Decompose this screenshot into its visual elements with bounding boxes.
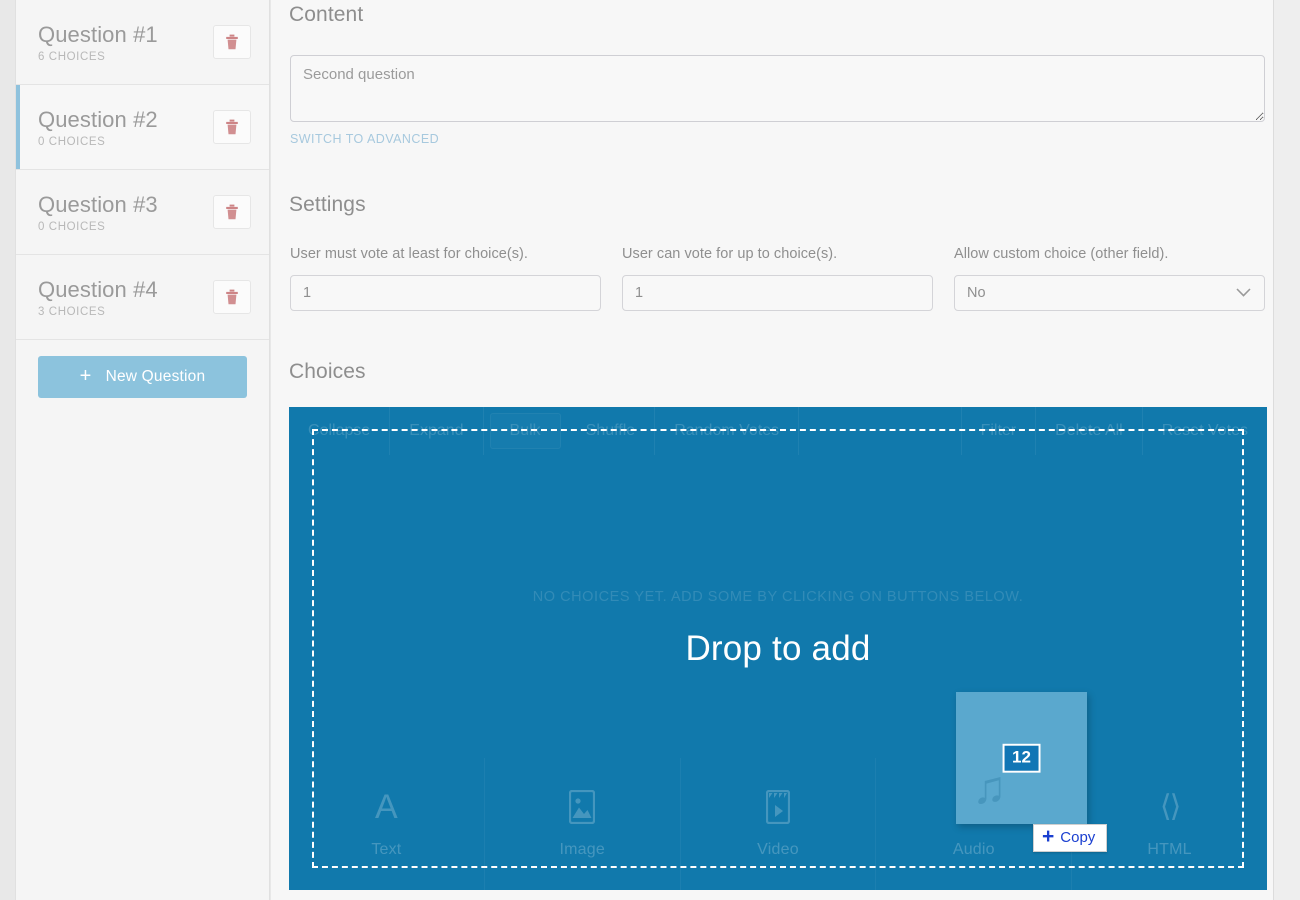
allow-custom-choice-select-wrap: NoYes — [954, 275, 1265, 311]
plus-icon: + — [79, 365, 92, 387]
question-2-choice-count: 0 CHOICES — [38, 136, 106, 149]
min-votes-input[interactable] — [290, 275, 601, 311]
media-type-button-row: A Text Image Video Audio ⟨⟩ HTML — [289, 758, 1267, 890]
add-video-choice-button[interactable]: Video — [681, 758, 877, 890]
choices-heading: Choices — [289, 360, 366, 383]
settings-heading: Settings — [289, 193, 366, 216]
code-icon: ⟨⟩ — [1159, 790, 1181, 823]
left-gutter — [0, 0, 15, 900]
allow-custom-choice-select[interactable]: NoYes — [954, 275, 1265, 311]
switch-to-advanced-link[interactable]: SWITCH TO ADVANCED — [290, 132, 439, 146]
add-image-choice-label: Image — [559, 841, 605, 858]
drag-copy-badge: + Copy — [1033, 824, 1108, 852]
choices-dropzone-panel[interactable]: Collapse Expand Bulk Shuffle Random Vote… — [289, 407, 1267, 890]
delete-question-4-button[interactable] — [213, 280, 251, 314]
max-votes-field: User can vote for up to choice(s). — [622, 246, 933, 311]
add-audio-choice-label: Audio — [952, 841, 995, 858]
plus-icon: + — [1042, 825, 1055, 848]
choices-toolbar-left: Collapse Expand Bulk Shuffle Random Vote… — [289, 407, 800, 455]
sidebar-item-question-3[interactable]: Question #3 0 CHOICES — [16, 170, 269, 255]
delete-all-button[interactable]: Delete All — [1035, 407, 1142, 455]
add-image-choice-button[interactable]: Image — [485, 758, 681, 890]
question-3-title: Question #3 — [38, 191, 158, 217]
question-4-choice-count: 3 CHOICES — [38, 306, 106, 319]
min-votes-field: User must vote at least for choice(s). — [290, 246, 601, 311]
sidebar-item-question-2[interactable]: Question #2 0 CHOICES — [16, 85, 269, 170]
trash-icon — [225, 289, 239, 305]
reset-votes-button[interactable]: Reset Votes — [1141, 407, 1267, 455]
question-3-text: Question #3 0 CHOICES — [38, 191, 158, 234]
max-votes-input[interactable] — [622, 275, 933, 311]
collapse-button[interactable]: Collapse — [289, 407, 391, 455]
question-4-text: Question #4 3 CHOICES — [38, 276, 158, 319]
sidebar-item-question-4[interactable]: Question #4 3 CHOICES — [16, 255, 269, 340]
shuffle-button[interactable]: Shuffle — [567, 407, 656, 455]
image-icon — [569, 789, 596, 825]
drag-copy-label: Copy — [1060, 829, 1096, 846]
trash-icon — [225, 119, 239, 135]
text-icon: A — [375, 788, 398, 826]
sidebar-item-question-1[interactable]: Question #1 6 CHOICES — [16, 0, 269, 85]
delete-question-3-button[interactable] — [213, 195, 251, 229]
question-list-sidebar: Question #1 6 CHOICES Question #2 0 CHOI… — [15, 0, 270, 900]
no-choices-message: NO CHOICES YET. ADD SOME BY CLICKING ON … — [532, 589, 1024, 605]
delete-question-2-button[interactable] — [213, 110, 251, 144]
question-2-title: Question #2 — [38, 106, 158, 132]
question-1-title: Question #1 — [38, 21, 158, 47]
add-video-choice-label: Video — [757, 841, 799, 858]
new-question-container: + New Question — [16, 340, 269, 398]
content-heading: Content — [289, 3, 364, 26]
delete-question-1-button[interactable] — [213, 25, 251, 59]
choices-toolbar: Collapse Expand Bulk Shuffle Random Vote… — [289, 407, 1267, 455]
add-html-choice-label: HTML — [1147, 841, 1192, 858]
trash-icon — [225, 204, 239, 220]
question-4-title: Question #4 — [38, 276, 158, 302]
right-gutter — [1273, 0, 1300, 900]
trash-icon — [225, 34, 239, 50]
expand-button[interactable]: Expand — [390, 407, 484, 455]
allow-custom-choice-field: Allow custom choice (other field). NoYes — [954, 246, 1265, 311]
random-votes-button[interactable]: Random Votes — [655, 407, 800, 455]
content-textarea[interactable] — [290, 55, 1265, 122]
new-question-label: New Question — [105, 368, 206, 385]
choices-toolbar-right: Filter Delete All Reset Votes — [960, 407, 1267, 455]
min-votes-label: User must vote at least for choice(s). — [290, 246, 529, 262]
drag-ghost-preview[interactable]: ♫ 12 — [956, 692, 1087, 824]
question-3-choice-count: 0 CHOICES — [38, 221, 106, 234]
drag-item-count-badge: 12 — [1002, 743, 1041, 773]
question-1-choice-count: 6 CHOICES — [38, 51, 106, 64]
filter-button[interactable]: Filter — [960, 407, 1036, 455]
question-2-text: Question #2 0 CHOICES — [38, 106, 158, 149]
max-votes-label: User can vote for up to choice(s). — [622, 246, 838, 262]
settings-row: User must vote at least for choice(s). U… — [290, 246, 1266, 311]
new-question-button[interactable]: + New Question — [38, 356, 247, 398]
video-icon — [765, 789, 790, 825]
drop-to-add-label: Drop to add — [685, 629, 871, 668]
app-root: Question #1 6 CHOICES Question #2 0 CHOI… — [0, 0, 1300, 900]
add-text-choice-button[interactable]: A Text — [289, 758, 485, 890]
bulk-button[interactable]: Bulk — [489, 413, 561, 449]
allow-custom-choice-label: Allow custom choice (other field). — [954, 246, 1169, 262]
question-1-text: Question #1 6 CHOICES — [38, 21, 158, 64]
add-text-choice-label: Text — [371, 841, 402, 858]
